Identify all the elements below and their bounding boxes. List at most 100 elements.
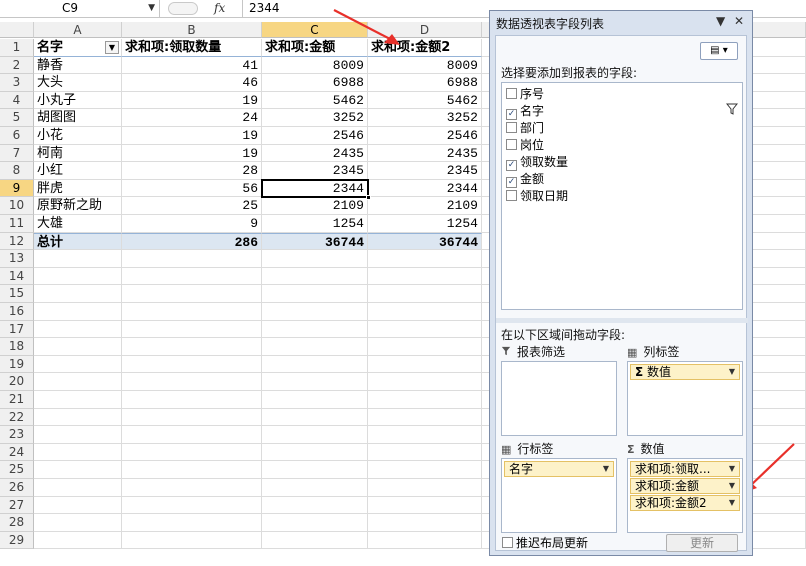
pivot-data-cell[interactable]: 2345 xyxy=(262,162,368,180)
empty-cell[interactable] xyxy=(262,285,368,303)
pivot-data-cell[interactable]: 原野新之助 xyxy=(34,197,122,215)
report-filter-area[interactable] xyxy=(501,361,617,436)
field-list-item[interactable]: 部门 xyxy=(506,120,544,137)
empty-cell[interactable] xyxy=(34,479,122,497)
select-all-corner[interactable] xyxy=(0,22,34,38)
pivot-total-cell[interactable]: 总计 xyxy=(34,232,122,251)
row-header[interactable]: 5 xyxy=(0,109,34,127)
pivot-data-cell[interactable]: 2546 xyxy=(262,127,368,145)
pivot-data-cell[interactable]: 8009 xyxy=(368,56,482,75)
filter-dropdown-icon[interactable]: ▼ xyxy=(105,41,119,54)
pane-options-icon[interactable]: ▼ xyxy=(716,14,725,28)
pivot-data-cell[interactable]: 2435 xyxy=(262,144,368,163)
pivot-total-cell[interactable]: 286 xyxy=(122,232,262,251)
empty-cell[interactable] xyxy=(368,373,482,391)
pivot-data-cell[interactable]: 胡图图 xyxy=(34,109,122,127)
row-header[interactable]: 12 xyxy=(0,232,34,251)
formula-bar-resize-handle[interactable] xyxy=(168,2,198,15)
empty-cell[interactable] xyxy=(262,320,368,339)
empty-cell[interactable] xyxy=(368,443,482,462)
row-header[interactable]: 15 xyxy=(0,285,34,303)
pivot-data-cell[interactable]: 大雄 xyxy=(34,215,122,233)
empty-cell[interactable] xyxy=(368,391,482,409)
checkbox-checked[interactable]: ✓ xyxy=(506,160,517,171)
chevron-down-icon[interactable]: ▼ xyxy=(729,479,735,493)
empty-cell[interactable] xyxy=(368,303,482,321)
empty-cell[interactable] xyxy=(122,320,262,339)
pivot-data-cell[interactable]: 19 xyxy=(122,144,262,163)
value-field-pill[interactable]: 求和项:金额 ▼ xyxy=(630,478,740,494)
pivot-data-cell[interactable]: 1254 xyxy=(262,215,368,233)
pivot-data-cell[interactable]: 9 xyxy=(122,215,262,233)
empty-cell[interactable] xyxy=(262,514,368,532)
empty-cell[interactable] xyxy=(368,479,482,497)
pivot-total-cell[interactable]: 36744 xyxy=(368,232,482,251)
empty-cell[interactable] xyxy=(122,426,262,444)
empty-cell[interactable] xyxy=(34,303,122,321)
row-header[interactable]: 7 xyxy=(0,144,34,163)
empty-cell[interactable] xyxy=(122,285,262,303)
value-field-pill[interactable]: 求和项:金额2 ▼ xyxy=(630,495,740,511)
row-header[interactable]: 13 xyxy=(0,250,34,268)
empty-cell[interactable] xyxy=(262,267,368,286)
empty-cell[interactable] xyxy=(368,285,482,303)
empty-cell[interactable] xyxy=(122,355,262,374)
empty-cell[interactable] xyxy=(122,461,262,479)
empty-cell[interactable] xyxy=(368,531,482,550)
row-header[interactable]: 21 xyxy=(0,391,34,409)
row-header[interactable]: 3 xyxy=(0,74,34,92)
checkbox-checked[interactable]: ✓ xyxy=(506,109,517,120)
pivot-data-cell[interactable]: 19 xyxy=(122,91,262,110)
column-labels-area[interactable]: Σ 数值 ▼ xyxy=(627,361,743,436)
empty-cell[interactable] xyxy=(122,373,262,391)
row-header[interactable]: 20 xyxy=(0,373,34,391)
pivot-data-cell[interactable]: 大头 xyxy=(34,74,122,92)
empty-cell[interactable] xyxy=(368,267,482,286)
pivot-data-cell[interactable]: 2109 xyxy=(368,197,482,215)
pivot-data-cell[interactable]: 5462 xyxy=(368,91,482,110)
field-list-item[interactable]: 序号 xyxy=(506,86,544,103)
empty-cell[interactable] xyxy=(122,338,262,356)
row-header[interactable]: 10 xyxy=(0,197,34,215)
pivot-data-cell[interactable]: 46 xyxy=(122,74,262,92)
column-header-b[interactable]: B xyxy=(122,22,262,38)
pane-splitter[interactable] xyxy=(496,318,748,323)
empty-cell[interactable] xyxy=(122,408,262,427)
empty-cell[interactable] xyxy=(262,391,368,409)
row-header[interactable]: 24 xyxy=(0,443,34,462)
pivot-data-cell[interactable]: 25 xyxy=(122,197,262,215)
pivot-data-cell[interactable]: 19 xyxy=(122,127,262,145)
pivot-header-cell[interactable]: 名字 ▼ xyxy=(34,39,122,57)
row-header[interactable]: 9 xyxy=(0,179,34,198)
row-header[interactable]: 4 xyxy=(0,91,34,110)
column-field-pill[interactable]: Σ 数值 ▼ xyxy=(630,364,740,380)
empty-cell[interactable] xyxy=(122,303,262,321)
empty-cell[interactable] xyxy=(368,426,482,444)
empty-cell[interactable] xyxy=(262,303,368,321)
fill-handle[interactable] xyxy=(366,195,371,201)
row-header[interactable]: 2 xyxy=(0,56,34,75)
field-list-item[interactable]: 岗位 xyxy=(506,137,544,154)
empty-cell[interactable] xyxy=(262,426,368,444)
layout-options-button[interactable]: ▤ ▾ xyxy=(700,42,738,60)
checkbox-box[interactable] xyxy=(502,537,513,548)
field-list-item[interactable]: ✓ 金额 xyxy=(506,171,544,188)
row-header[interactable]: 1 xyxy=(0,39,34,57)
pivot-data-cell[interactable]: 小红 xyxy=(34,162,122,180)
empty-cell[interactable] xyxy=(34,461,122,479)
empty-cell[interactable] xyxy=(34,443,122,462)
pivot-data-cell[interactable]: 6988 xyxy=(262,74,368,92)
pivot-data-cell[interactable]: 2109 xyxy=(262,197,368,215)
pivot-header-cell[interactable]: 求和项:领取数量 xyxy=(122,39,262,57)
empty-cell[interactable] xyxy=(368,496,482,515)
pivot-data-cell[interactable]: 41 xyxy=(122,56,262,75)
row-header[interactable]: 11 xyxy=(0,215,34,233)
empty-cell[interactable] xyxy=(122,250,262,268)
empty-cell[interactable] xyxy=(34,496,122,515)
empty-cell[interactable] xyxy=(122,443,262,462)
row-labels-area[interactable]: 名字 ▼ xyxy=(501,458,617,533)
row-header[interactable]: 6 xyxy=(0,127,34,145)
row-header[interactable]: 8 xyxy=(0,162,34,180)
chevron-down-icon[interactable]: ▼ xyxy=(148,0,155,17)
empty-cell[interactable] xyxy=(262,373,368,391)
